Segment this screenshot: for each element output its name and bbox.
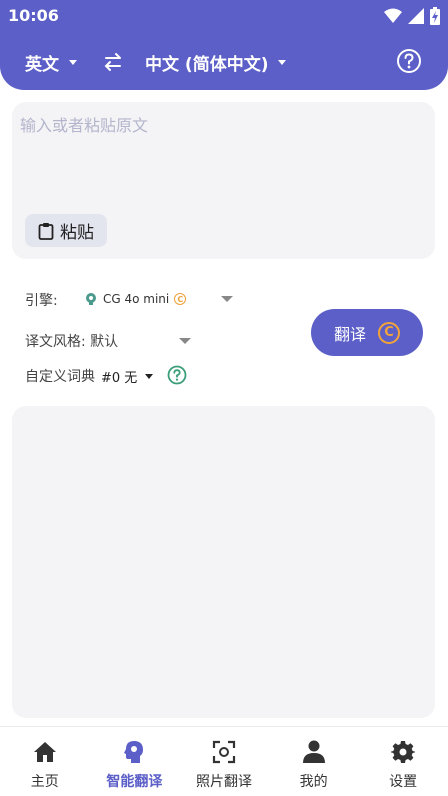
style-selector[interactable]: 译文风格: 默认 [25,331,118,351]
coin-icon: C [174,293,187,305]
nav-item-label: 照片翻译 [195,774,252,790]
chevron-down-icon [278,60,287,65]
paste-label: 粘贴 [60,223,94,243]
chevron-down-icon [145,373,154,379]
nav-item-label: 主页 [30,774,59,790]
wifi-icon [384,8,402,23]
chevron-down-icon [69,60,77,65]
engine-dropdown-arrow-icon[interactable] [221,296,233,302]
source-text-area[interactable]: 输入或者粘贴原文 粘贴 [12,102,435,259]
source-language-selector[interactable]: 英文 [25,50,77,75]
translate-button[interactable]: 翻译 C [311,309,423,356]
translate-button-label: 翻译 [333,324,366,344]
nav-item-label: 我的 [299,774,328,790]
engine-name: CG 4o mini [103,292,170,306]
signal-icon [408,8,424,24]
smart-translate-icon [121,739,147,765]
language-bar: 英文 中文 (简体中文) [0,44,448,80]
nav-item-label: 智能翻译 [106,774,163,790]
help-icon[interactable] [396,48,422,74]
coin-icon: C [378,321,400,344]
paste-button[interactable]: 粘贴 [25,214,107,247]
engine-label: 引擎: [25,293,58,309]
bottom-navigation: 主页 智能翻译 照片翻译 我的 设置 [0,726,448,796]
camera-scan-icon [211,739,237,765]
status-bar: 10:06 [0,0,448,32]
target-language-label: 中文 (简体中文) [145,55,269,75]
nav-item-home[interactable]: 主页 [0,727,90,796]
swap-languages-icon[interactable] [102,52,124,72]
gear-icon [390,739,416,765]
dictionary-help-icon[interactable] [167,365,187,385]
dictionary-label: 自定义词典 [25,369,95,385]
style-label: 译文风格: 默认 [25,334,119,350]
status-icons [384,7,440,25]
dictionary-selector[interactable]: 自定义词典 #0 无 [25,366,154,386]
dictionary-value: #0 无 [101,370,138,386]
ai-head-icon [86,293,96,305]
source-text-placeholder: 输入或者粘贴原文 [20,116,149,135]
translation-output-area [12,406,435,718]
top-header: 10:06 英文 中文 (简体中文) [0,0,448,90]
source-language-label: 英文 [25,55,59,75]
engine-selector[interactable]: CG 4o mini C [84,289,236,309]
nav-item-smart-translate[interactable]: 智能翻译 [90,727,180,796]
nav-item-photo-translate[interactable]: 照片翻译 [179,727,269,796]
clipboard-icon [38,222,54,240]
status-time: 10:06 [8,6,59,25]
home-icon [32,739,58,765]
nav-item-profile[interactable]: 我的 [269,727,359,796]
battery-icon [430,7,440,25]
person-icon [301,739,327,765]
style-dropdown-arrow-icon[interactable] [179,338,191,344]
target-language-selector[interactable]: 中文 (简体中文) [145,50,287,75]
nav-item-settings[interactable]: 设置 [358,727,448,796]
nav-item-label: 设置 [389,774,418,790]
